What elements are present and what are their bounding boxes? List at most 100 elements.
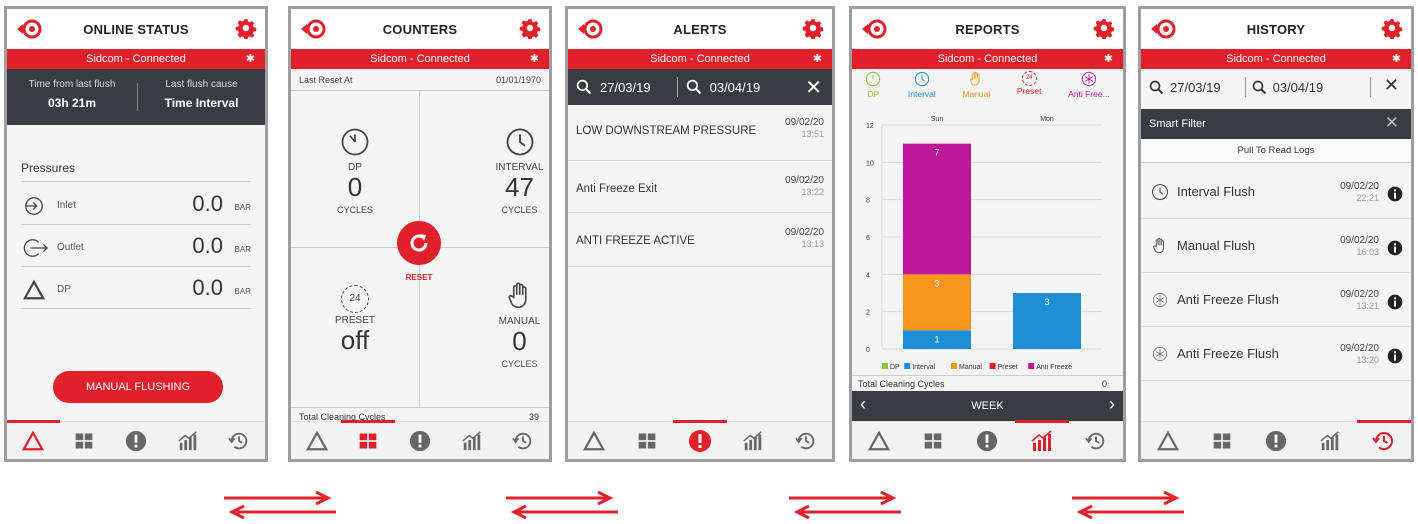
history-icon xyxy=(795,430,817,452)
hand-icon xyxy=(505,281,535,311)
date-from-field[interactable]: 27/03/19 xyxy=(568,79,651,95)
filter-manual[interactable]: Manual xyxy=(962,71,990,111)
nav-status[interactable] xyxy=(1153,426,1183,456)
pressure-value: 0.0 xyxy=(192,275,223,300)
nav-alerts[interactable] xyxy=(1261,426,1291,456)
page-title: REPORTS xyxy=(955,21,1020,37)
triangle-icon xyxy=(306,430,328,452)
legend-swatch xyxy=(882,363,888,369)
back-icon[interactable] xyxy=(860,18,890,40)
bottom-nav xyxy=(7,419,265,459)
screen-counters: COUNTERS Sidcom - Connected ✱ Last Reset … xyxy=(288,6,552,462)
nav-status[interactable] xyxy=(579,426,609,456)
info-icon[interactable] xyxy=(1387,240,1403,256)
nav-counters[interactable] xyxy=(341,419,396,456)
nav-alerts[interactable] xyxy=(121,426,151,456)
connection-bar: Sidcom - Connected ✱ xyxy=(1141,49,1411,69)
info-icon[interactable] xyxy=(1387,294,1403,310)
triangle-icon xyxy=(1157,430,1179,452)
gear-icon[interactable] xyxy=(519,17,541,39)
history-item[interactable]: Interval Flush 09/02/20 22:21 xyxy=(1141,165,1411,219)
chart-icon xyxy=(1319,430,1341,452)
nav-reports[interactable] xyxy=(1315,426,1345,456)
nav-reports[interactable] xyxy=(738,426,768,456)
info-icon[interactable] xyxy=(1387,186,1403,202)
x-tick-label: Sun xyxy=(931,116,944,123)
nav-history[interactable] xyxy=(224,426,254,456)
bluetooth-icon: ✱ xyxy=(245,53,255,65)
history-text: Interval Flush xyxy=(1177,184,1256,199)
back-icon[interactable] xyxy=(576,18,606,40)
history-item[interactable]: Anti Freeze Flush 09/02/20 13:20 xyxy=(1141,327,1411,381)
reset-button[interactable] xyxy=(397,221,441,265)
nav-alerts[interactable] xyxy=(672,419,727,456)
pull-to-read[interactable]: Pull To Read Logs xyxy=(1141,139,1411,163)
nav-reports[interactable] xyxy=(173,426,203,456)
nav-alerts[interactable] xyxy=(405,426,435,456)
nav-status[interactable] xyxy=(864,426,894,456)
back-icon[interactable] xyxy=(15,18,45,40)
prev-period-icon[interactable]: ‹ xyxy=(860,394,866,415)
nav-counters[interactable] xyxy=(69,426,99,456)
nav-reports[interactable] xyxy=(457,426,487,456)
back-icon[interactable] xyxy=(1149,18,1179,40)
legend-swatch xyxy=(1028,363,1035,369)
header: COUNTERS xyxy=(291,9,549,49)
pressure-unit: BAR xyxy=(234,203,251,212)
gear-icon[interactable] xyxy=(235,17,257,39)
time-value: 03h 21m xyxy=(47,96,97,110)
nav-history[interactable] xyxy=(1081,426,1111,456)
filter-dp[interactable]: DP xyxy=(865,71,881,111)
triangle-icon xyxy=(22,430,44,452)
alert-item[interactable]: ANTI FREEZE ACTIVE 09/02/20 13:13 xyxy=(568,213,832,267)
screen-history: HISTORY Sidcom - Connected ✱ 27/03/19 03/… xyxy=(1138,6,1414,462)
chart-icon xyxy=(742,430,764,452)
connection-bar: Sidcom - Connected ✱ xyxy=(568,49,832,69)
grid-icon xyxy=(637,431,657,451)
gear-icon[interactable] xyxy=(1381,17,1403,39)
close-icon[interactable]: ✕ xyxy=(1385,113,1399,133)
nav-history[interactable] xyxy=(1357,419,1411,456)
history-item[interactable]: Manual Flush 09/02/20 16:03 xyxy=(1141,219,1411,273)
counter-unit: CYCLES xyxy=(501,359,538,369)
bar-segment xyxy=(903,143,971,275)
nav-status[interactable] xyxy=(302,426,332,456)
close-icon[interactable]: ✕ xyxy=(805,75,822,100)
nav-counters[interactable] xyxy=(1207,426,1237,456)
nav-alerts[interactable] xyxy=(972,426,1002,456)
date-to-field[interactable]: 03/04/19 xyxy=(678,79,760,95)
nav-history[interactable] xyxy=(508,426,538,456)
history-date: 09/02/20 xyxy=(1340,235,1379,246)
date-to-field[interactable]: 03/04/19 xyxy=(1246,80,1323,95)
alert-item[interactable]: Anti Freeze Exit 09/02/20 13:22 xyxy=(568,161,832,213)
gear-icon[interactable] xyxy=(1093,17,1115,39)
gear-icon[interactable] xyxy=(802,17,824,39)
manual-flushing-button[interactable]: MANUAL FLUSHING xyxy=(53,371,223,403)
filter-interval[interactable]: Interval xyxy=(908,71,936,111)
nav-history[interactable] xyxy=(791,426,821,456)
next-period-icon[interactable]: › xyxy=(1109,394,1115,415)
info-icon[interactable] xyxy=(1387,348,1403,364)
alert-date: 09/02/20 xyxy=(785,175,824,186)
nav-counters[interactable] xyxy=(632,426,662,456)
filter-preset[interactable]: 24 Preset xyxy=(1017,71,1041,111)
nav-counters[interactable] xyxy=(918,426,948,456)
hand-icon xyxy=(1151,237,1169,255)
grid-icon xyxy=(1212,431,1232,451)
total-row: Total Cleaning Cycles 0 xyxy=(852,375,1123,391)
pressure-label: Outlet xyxy=(57,242,84,253)
back-icon[interactable] xyxy=(299,18,329,40)
counter-value: 47 xyxy=(505,172,534,202)
snowflake-icon xyxy=(1152,292,1168,308)
chart-icon xyxy=(177,430,199,452)
smart-filter-bar[interactable]: Smart Filter ✕ xyxy=(1141,109,1411,139)
filter-anti-freeze[interactable]: Anti Free... xyxy=(1068,71,1110,111)
nav-reports[interactable] xyxy=(1014,419,1069,456)
alert-item[interactable]: LOW DOWNSTREAM PRESSURE 09/02/20 13:51 xyxy=(568,105,832,161)
date-from-field[interactable]: 27/03/19 xyxy=(1141,80,1221,95)
nav-status[interactable] xyxy=(7,419,60,456)
history-text: Manual Flush xyxy=(1177,238,1256,253)
close-icon[interactable]: ✕ xyxy=(1384,75,1399,96)
preset-24-icon: 24 xyxy=(341,285,369,313)
history-item[interactable]: Anti Freeze Flush 09/02/20 13:21 xyxy=(1141,273,1411,327)
